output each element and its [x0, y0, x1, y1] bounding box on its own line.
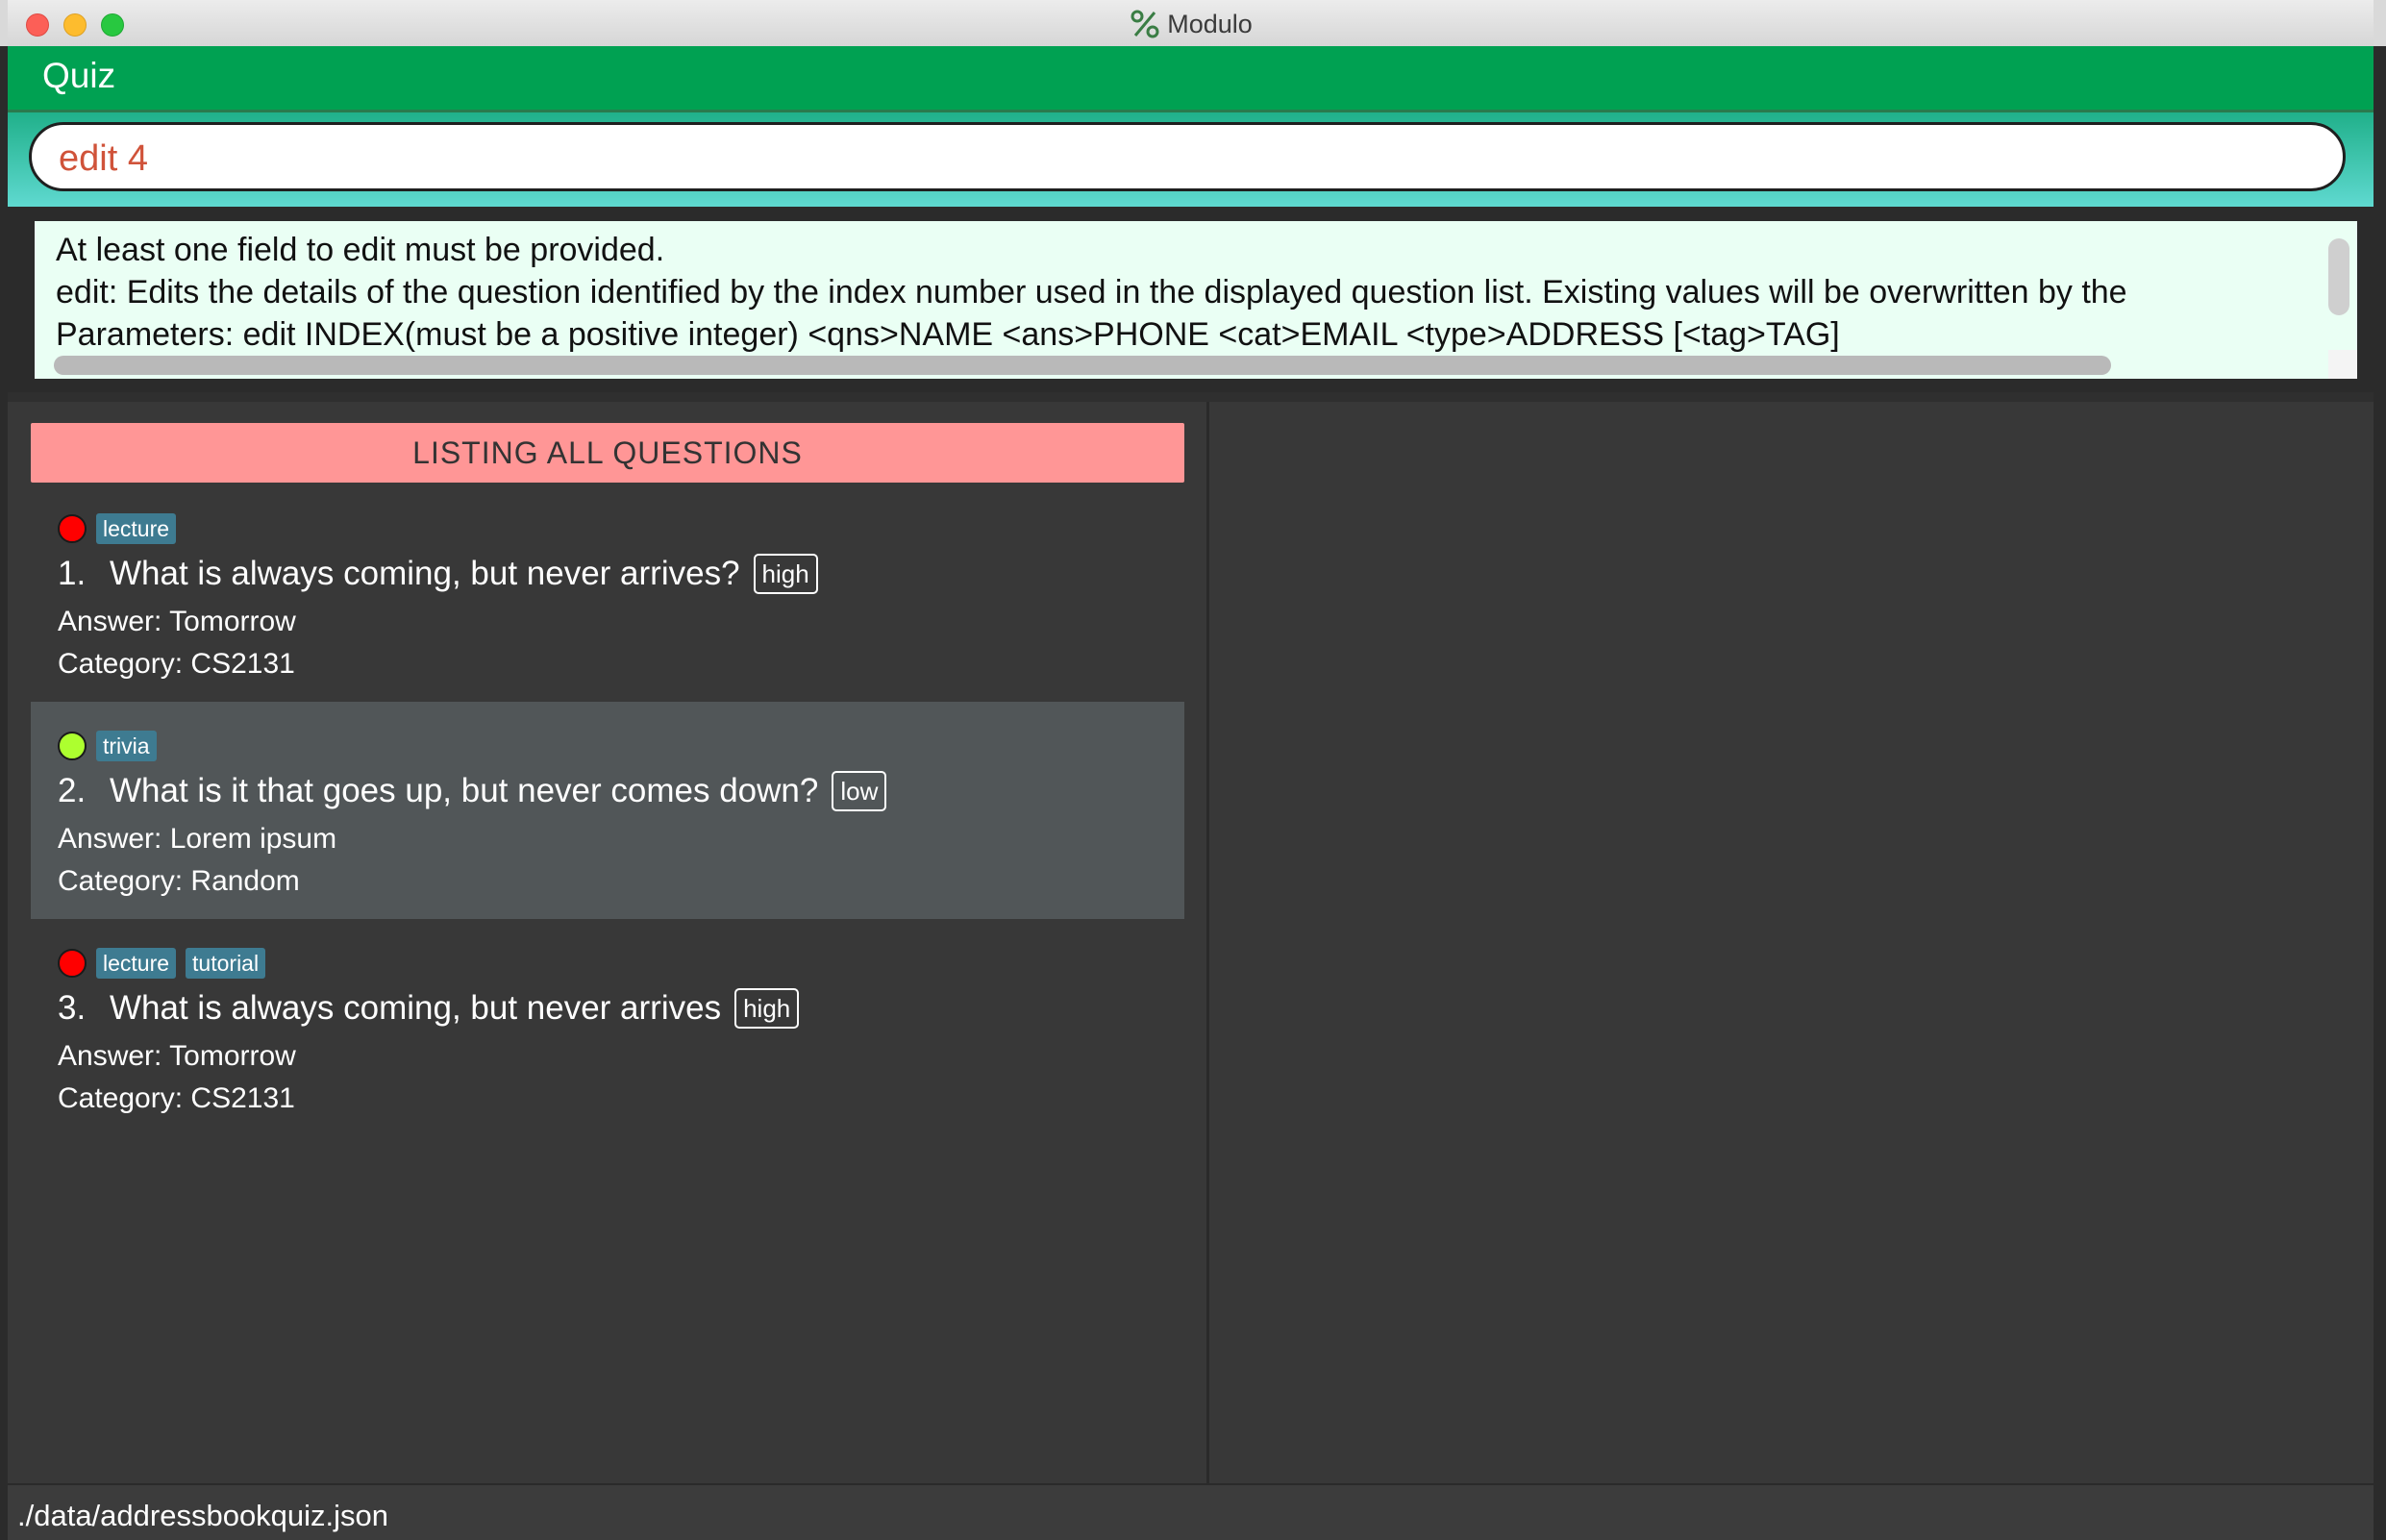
result-line: Parameters: edit INDEX(must be a positiv… [56, 316, 1840, 353]
difficulty-badge: high [734, 988, 800, 1029]
result-line: At least one field to edit must be provi… [56, 232, 665, 268]
tag-label: trivia [96, 731, 157, 761]
title-bar[interactable]: Modulo [8, 0, 2374, 47]
answer-text: Answer: Tomorrow [58, 1040, 296, 1072]
tag-label: tutorial [186, 948, 266, 979]
detail-pane [1209, 402, 2374, 1483]
result-line: edit: Edits the details of the question … [56, 274, 2127, 310]
category-text: Category: CS2131 [58, 1082, 295, 1114]
menu-bar: Quiz [8, 46, 2374, 112]
card-tags-row: trivia [58, 731, 157, 761]
card-tags-row: lecture [58, 513, 177, 544]
tag-label: lecture [96, 513, 177, 544]
status-dot [58, 949, 87, 978]
scrollbar-corner [2328, 350, 2357, 379]
status-dot [58, 514, 87, 543]
result-text: At least one field to edit must be provi… [56, 229, 2344, 356]
result-vertical-scrollbar[interactable] [2328, 238, 2349, 315]
question-text: What is it that goes up, but never comes… [110, 772, 819, 809]
list-header: LISTING ALL QUESTIONS [31, 423, 1184, 483]
answer-text: Answer: Tomorrow [58, 606, 296, 637]
difficulty-badge: low [832, 771, 887, 811]
tag-label: lecture [96, 948, 177, 979]
question-line: 1. What is always coming, but never arri… [58, 554, 818, 594]
question-card[interactable]: trivia 2. What is it that goes up, but n… [31, 702, 1184, 919]
percent-icon [1131, 10, 1159, 38]
question-index: 3. [58, 989, 87, 1027]
result-horizontal-scrollbar[interactable] [54, 356, 2111, 375]
status-bar: ./data/addressbookquiz.json [8, 1483, 2374, 1540]
category-text: Category: Random [58, 865, 300, 897]
question-line: 3. What is always coming, but never arri… [58, 988, 800, 1029]
question-text: What is always coming, but never arrives [110, 989, 722, 1027]
result-display-wrapper: At least one field to edit must be provi… [8, 207, 2374, 397]
question-text: What is always coming, but never arrives… [110, 555, 740, 592]
status-dot [58, 732, 87, 760]
window-title-group: Modulo [8, 8, 2374, 40]
difficulty-badge: high [753, 554, 818, 594]
background-window-edge-right [2374, 46, 2386, 1540]
app-window: Modulo Quiz At least one field to edit m… [8, 0, 2374, 1540]
pane-separator [8, 392, 2374, 402]
question-card[interactable]: lecture 1. What is always coming, but ne… [31, 484, 1184, 702]
result-display[interactable]: At least one field to edit must be provi… [32, 218, 2360, 382]
menu-quiz[interactable]: Quiz [42, 56, 115, 96]
answer-text: Answer: Lorem ipsum [58, 823, 337, 855]
card-tags-row: lecture tutorial [58, 948, 266, 979]
window-title: Modulo [1167, 9, 1253, 38]
command-input[interactable] [57, 133, 2310, 185]
question-card[interactable]: lecture tutorial 3. What is always comin… [31, 919, 1184, 1136]
category-text: Category: CS2131 [58, 648, 295, 680]
question-list-pane: LISTING ALL QUESTIONS lecture 1. What is… [8, 402, 1209, 1483]
question-list[interactable]: lecture 1. What is always coming, but ne… [31, 484, 1184, 1136]
question-index: 1. [58, 555, 87, 592]
command-area [8, 112, 2374, 207]
data-file-path: ./data/addressbookquiz.json [17, 1499, 389, 1532]
command-box[interactable] [29, 122, 2346, 191]
question-line: 2. What is it that goes up, but never co… [58, 771, 887, 811]
question-index: 2. [58, 772, 87, 809]
